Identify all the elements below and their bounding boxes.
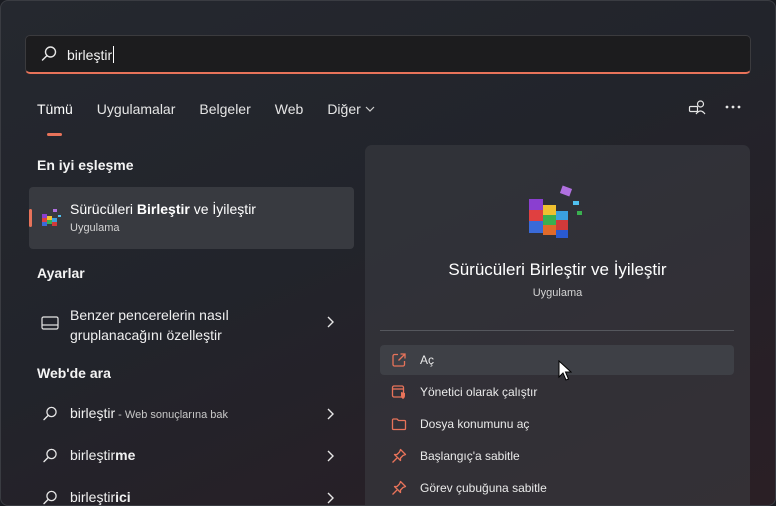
defrag-app-icon (42, 209, 61, 226)
tab-documents[interactable]: Belgeler (199, 101, 250, 123)
account-switch-icon[interactable] (688, 98, 708, 118)
chevron-right-icon (327, 316, 334, 328)
tab-web[interactable]: Web (275, 101, 304, 123)
web-suggestion-row[interactable]: birleştirici (29, 484, 354, 505)
action-label: Dosya konumunu aç (420, 417, 530, 431)
action-pin-to-start[interactable]: Başlangıç'a sabitle (380, 441, 734, 471)
text-caret (113, 46, 115, 63)
action-run-as-admin[interactable]: Yönetici olarak çalıştır (380, 377, 734, 407)
web-suggestion-label: birleştirme (70, 447, 136, 463)
best-match-item[interactable]: Sürücüleri Birleştir ve İyileştir Uygula… (29, 187, 354, 249)
action-open[interactable]: Aç (380, 345, 734, 375)
start-search-panel: birleştir Tümü Uygulamalar Belgeler Web … (0, 0, 776, 506)
filter-tabs: Tümü Uygulamalar Belgeler Web Diğer (37, 101, 375, 136)
search-input[interactable]: birleştir (67, 46, 115, 63)
defrag-app-icon (529, 185, 582, 238)
action-label: Başlangıç'a sabitle (420, 449, 520, 463)
tab-more[interactable]: Diğer (327, 101, 375, 123)
action-open-file-location[interactable]: Dosya konumunu aç (380, 409, 734, 439)
search-icon (41, 46, 57, 61)
settings-heading: Ayarlar (37, 265, 85, 281)
action-label: Aç (420, 353, 435, 367)
app-type: Uygulama (532, 287, 583, 299)
chevron-right-icon (327, 408, 334, 420)
window-icon (41, 316, 59, 330)
action-pin-to-taskbar[interactable]: Görev çubuğuna sabitle (380, 473, 734, 503)
chevron-right-icon (327, 492, 334, 504)
app-detail-pane: Sürücüleri Birleştir ve İyileştir Uygula… (365, 145, 750, 505)
settings-item-taskbar-grouping[interactable]: Benzer pencerelerin nasıl gruplanacağını … (29, 301, 354, 347)
pin-icon (392, 448, 407, 463)
search-box[interactable]: birleştir (25, 35, 751, 74)
divider (380, 330, 734, 331)
chevron-right-icon (327, 450, 334, 462)
pin-icon (392, 480, 407, 495)
search-icon (43, 406, 57, 421)
web-search-heading: Web'de ara (37, 365, 111, 381)
web-suggestion-label: birleştir - Web sonuçlarına bak (70, 405, 229, 421)
open-external-icon (392, 353, 406, 367)
run-as-admin-icon (391, 385, 405, 399)
search-icon (43, 490, 57, 505)
web-suggestion-row[interactable]: birleştir - Web sonuçlarına bak (29, 400, 354, 428)
chevron-down-icon (365, 106, 375, 112)
web-suggestion-row[interactable]: birleştirme (29, 442, 354, 470)
web-suggestion-label: birleştirici (70, 489, 131, 505)
more-options-icon[interactable] (723, 98, 743, 118)
best-match-heading: En iyi eşleşme (37, 157, 134, 173)
settings-item-label: Benzer pencerelerin nasıl gruplanacağını … (70, 307, 229, 343)
best-match-subtitle: Uygulama (70, 222, 120, 234)
action-label: Yönetici olarak çalıştır (420, 385, 538, 399)
tab-all[interactable]: Tümü (37, 101, 73, 136)
search-icon (43, 448, 57, 463)
best-match-title: Sürücüleri Birleştir ve İyileştir (70, 201, 256, 217)
app-name: Sürücüleri Birleştir ve İyileştir (448, 260, 667, 279)
folder-icon (391, 418, 407, 431)
tab-apps[interactable]: Uygulamalar (97, 101, 176, 123)
action-label: Görev çubuğuna sabitle (420, 481, 547, 495)
mouse-cursor-icon (558, 360, 572, 381)
